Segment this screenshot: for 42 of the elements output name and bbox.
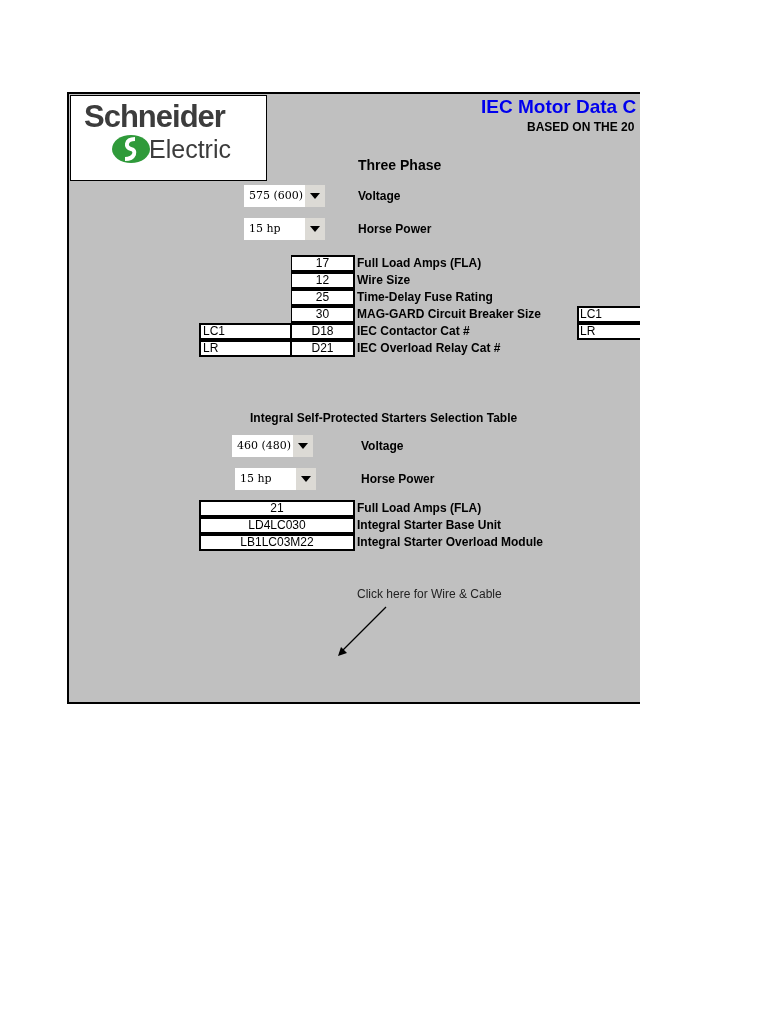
row-label: Integral Starter Base Unit: [357, 517, 502, 534]
row-label: IEC Overload Relay Cat #: [357, 340, 501, 357]
row-label: Integral Starter Overload Module: [357, 534, 544, 551]
table-cell: D18: [291, 323, 355, 340]
table-cell: D21: [291, 340, 355, 357]
table-cell: 12: [291, 272, 355, 289]
row-label: Full Load Amps (FLA): [357, 500, 482, 517]
dropdown[interactable]: 15 hp: [244, 218, 325, 240]
caret-icon: [310, 193, 320, 199]
sheet-subtitle: BASED ON THE 20: [527, 119, 636, 135]
table-cell: LR: [199, 340, 291, 357]
dropdown[interactable]: 575 (600): [244, 185, 325, 207]
table-cell: LC1: [577, 306, 640, 323]
table-cell: 30: [291, 306, 355, 323]
logo: Schneider Electric: [70, 95, 267, 181]
table-cell: LD4LC030: [199, 517, 355, 534]
table-cell: 17: [291, 255, 355, 272]
dropdown[interactable]: 460 (480): [232, 435, 313, 457]
sheet-title: IEC Motor Data C: [481, 95, 637, 119]
logo-mark-icon: [111, 134, 151, 164]
field-label: Horse Power: [361, 471, 435, 488]
caret-icon: [310, 226, 320, 232]
row-label: Wire Size: [357, 272, 411, 289]
table-cell: 25: [291, 289, 355, 306]
field-label: Horse Power: [358, 221, 432, 238]
wire-cable-link[interactable]: Click here for Wire & Cable: [357, 587, 502, 601]
section-heading: Three Phase: [358, 156, 443, 175]
row-label: Full Load Amps (FLA): [357, 255, 482, 272]
field-label: Voltage: [361, 438, 404, 455]
dropdown[interactable]: 15 hp: [235, 468, 316, 490]
arrow-icon: [336, 606, 388, 658]
row-label: IEC Contactor Cat #: [357, 323, 470, 340]
row-label: MAG-GARD Circuit Breaker Size: [357, 306, 542, 323]
row-label: Time-Delay Fuse Rating: [357, 289, 493, 306]
field-label: Voltage: [358, 188, 401, 205]
caret-icon: [298, 443, 308, 449]
caret-icon: [301, 476, 311, 482]
table-cell: LC1: [199, 323, 291, 340]
table-cell: LB1LC03M22: [199, 534, 355, 551]
table-cell: LR: [577, 323, 640, 340]
section-heading: Integral Self-Protected Starters Selection Table: [250, 411, 518, 425]
table-cell: 21: [199, 500, 355, 517]
